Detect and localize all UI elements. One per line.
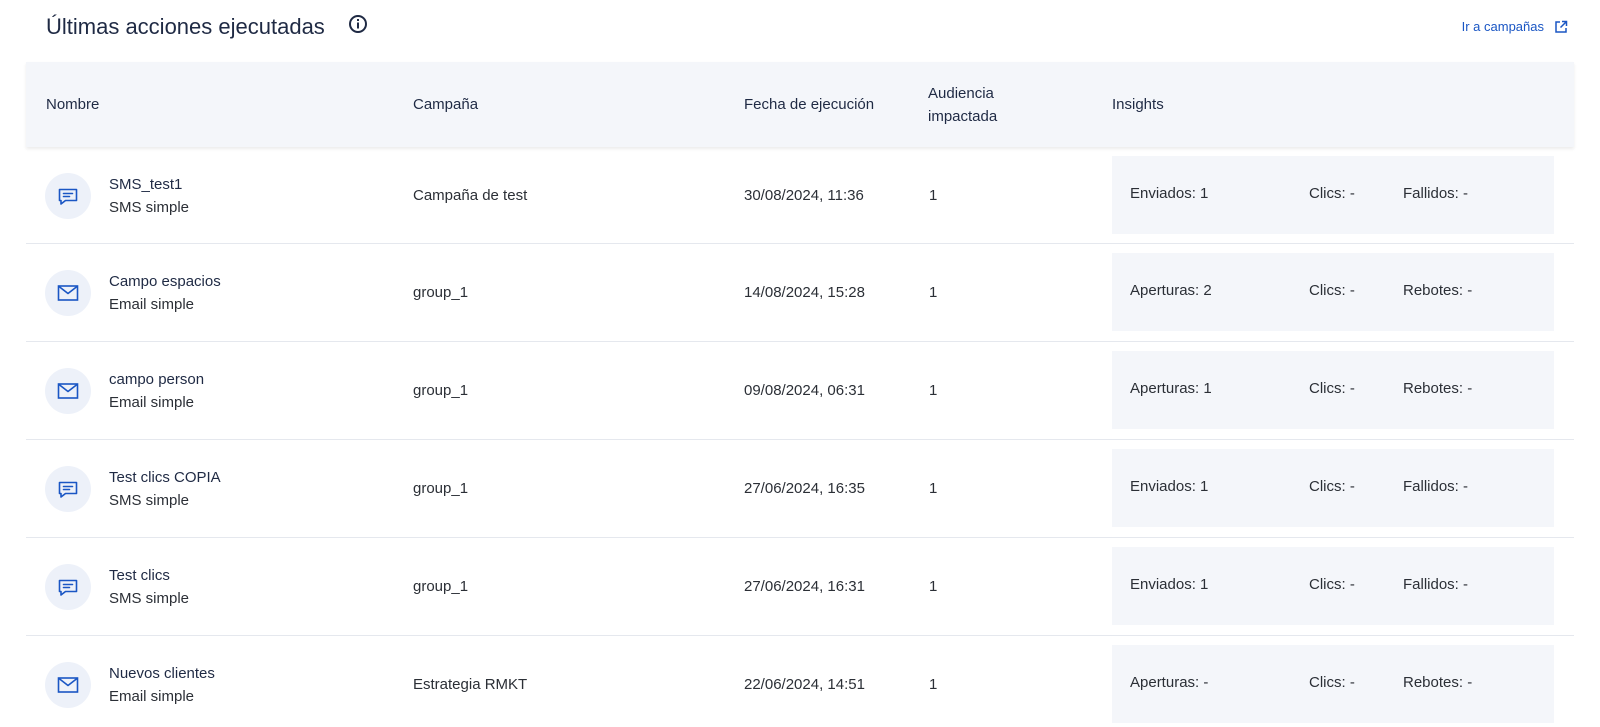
external-link-icon bbox=[1555, 20, 1568, 33]
column-header-audiencia[interactable]: Audiencia impactada bbox=[928, 62, 1038, 147]
table-row[interactable]: Test clics COPIA SMS simple group_1 27/06/2… bbox=[26, 440, 1574, 538]
insights-box: Enviados: 1 Clics: - Fallidos: - bbox=[1112, 156, 1554, 234]
insights-box: Aperturas: - Clics: - Rebotes: - bbox=[1112, 645, 1554, 723]
table-row[interactable]: SMS_test1 SMS simple Campaña de test 30/08/… bbox=[26, 147, 1574, 244]
action-name-block: Test clics SMS simple bbox=[109, 565, 189, 611]
audience-cell: 1 bbox=[929, 284, 938, 301]
action-type: Email simple bbox=[109, 688, 195, 705]
action-name[interactable]: Test clics bbox=[109, 565, 189, 587]
insight-metric: Clics: - bbox=[1309, 674, 1355, 691]
audience-cell: 1 bbox=[929, 187, 938, 204]
action-name[interactable]: Test clics COPIA bbox=[109, 467, 221, 489]
audience-cell: 1 bbox=[929, 382, 938, 399]
page-title: Últimas acciones ejecutadas bbox=[46, 14, 325, 39]
campaign-cell: group_1 bbox=[413, 382, 469, 399]
action-name-block: Nuevos clientes Email simple bbox=[109, 663, 215, 709]
action-name-block: campo person Email simple bbox=[109, 369, 204, 415]
campaign-cell: group_1 bbox=[413, 578, 469, 595]
action-type: SMS simple bbox=[109, 492, 190, 509]
insight-metric: Clics: - bbox=[1309, 478, 1355, 495]
recent-actions-panel: Últimas acciones ejecutadas Ir a campaña… bbox=[0, 0, 1600, 727]
campaign-cell: group_1 bbox=[413, 284, 469, 301]
insight-metric: Fallidos: - bbox=[1403, 478, 1469, 495]
date-cell: 22/06/2024, 14:51 bbox=[744, 676, 865, 693]
insight-metric: Enviados: 1 bbox=[1130, 478, 1209, 495]
insights-box: Enviados: 1 Clics: - Fallidos: - bbox=[1112, 547, 1554, 625]
column-header-fecha[interactable]: Fecha de ejecución bbox=[744, 62, 874, 147]
sms-icon bbox=[45, 466, 91, 512]
insight-metric: Clics: - bbox=[1309, 576, 1355, 593]
insights-box: Enviados: 1 Clics: - Fallidos: - bbox=[1112, 449, 1554, 527]
action-name[interactable]: Nuevos clientes bbox=[109, 663, 215, 685]
column-header-insights[interactable]: Insights bbox=[1112, 62, 1164, 147]
date-cell: 14/08/2024, 15:28 bbox=[744, 284, 865, 301]
sms-icon bbox=[45, 564, 91, 610]
go-to-campaigns-label: Ir a campañas bbox=[1461, 19, 1544, 34]
date-cell: 27/06/2024, 16:31 bbox=[744, 578, 865, 595]
table-row[interactable]: Nuevos clientes Email simple Estrategia RM… bbox=[26, 636, 1574, 727]
audience-cell: 1 bbox=[929, 480, 938, 497]
column-header-nombre[interactable]: Nombre bbox=[46, 62, 99, 147]
insights-box: Aperturas: 2 Clics: - Rebotes: - bbox=[1112, 253, 1554, 331]
action-type: SMS simple bbox=[109, 590, 190, 607]
insight-metric: Enviados: 1 bbox=[1130, 576, 1209, 593]
insight-metric: Aperturas: 2 bbox=[1130, 282, 1212, 299]
table-header: Nombre Campaña Fecha de ejecución Audien… bbox=[26, 62, 1574, 147]
insight-metric: Rebotes: - bbox=[1403, 282, 1473, 299]
insight-metric: Aperturas: - bbox=[1130, 674, 1209, 691]
action-name[interactable]: Campo espacios bbox=[109, 271, 221, 293]
date-cell: 09/08/2024, 06:31 bbox=[744, 382, 865, 399]
action-type: Email simple bbox=[109, 296, 195, 313]
actions-table: Nombre Campaña Fecha de ejecución Audien… bbox=[26, 62, 1574, 727]
sms-icon bbox=[45, 173, 91, 219]
insight-metric: Rebotes: - bbox=[1403, 674, 1473, 691]
insight-metric: Clics: - bbox=[1309, 185, 1355, 202]
action-name[interactable]: SMS_test1 bbox=[109, 174, 189, 196]
action-name[interactable]: campo person bbox=[109, 369, 204, 391]
table-row[interactable]: Campo espacios Email simple group_1 14/08/2… bbox=[26, 244, 1574, 342]
action-name-block: SMS_test1 SMS simple bbox=[109, 174, 189, 220]
audience-cell: 1 bbox=[929, 676, 938, 693]
insight-metric: Enviados: 1 bbox=[1130, 185, 1209, 202]
info-icon[interactable] bbox=[348, 14, 368, 34]
column-header-campana[interactable]: Campaña bbox=[413, 62, 478, 147]
insight-metric: Clics: - bbox=[1309, 282, 1355, 299]
insights-box: Aperturas: 1 Clics: - Rebotes: - bbox=[1112, 351, 1554, 429]
campaign-cell: Estrategia RMKT bbox=[413, 676, 528, 693]
insight-metric: Rebotes: - bbox=[1403, 380, 1473, 397]
date-cell: 30/08/2024, 11:36 bbox=[744, 187, 864, 204]
audience-cell: 1 bbox=[929, 578, 938, 595]
campaign-cell: group_1 bbox=[413, 480, 469, 497]
email-icon bbox=[45, 368, 91, 414]
panel-header: Últimas acciones ejecutadas Ir a campaña… bbox=[0, 0, 1600, 60]
insight-metric: Fallidos: - bbox=[1403, 576, 1469, 593]
insight-metric: Fallidos: - bbox=[1403, 185, 1469, 202]
action-type: SMS simple bbox=[109, 199, 190, 216]
action-type: Email simple bbox=[109, 394, 195, 411]
campaign-cell: Campaña de test bbox=[413, 187, 528, 204]
action-name-block: Campo espacios Email simple bbox=[109, 271, 221, 317]
table-body: SMS_test1 SMS simple Campaña de test 30/08/… bbox=[26, 147, 1574, 727]
email-icon bbox=[45, 270, 91, 316]
insight-metric: Clics: - bbox=[1309, 380, 1355, 397]
email-icon bbox=[45, 662, 91, 708]
action-name-block: Test clics COPIA SMS simple bbox=[109, 467, 221, 513]
table-row[interactable]: Test clics SMS simple group_1 27/06/2024, 1… bbox=[26, 538, 1574, 636]
table-row[interactable]: campo person Email simple group_1 09/08/202… bbox=[26, 342, 1574, 440]
date-cell: 27/06/2024, 16:35 bbox=[744, 480, 865, 497]
go-to-campaigns-link[interactable]: Ir a campañas bbox=[1462, 19, 1568, 34]
insight-metric: Aperturas: 1 bbox=[1130, 380, 1212, 397]
